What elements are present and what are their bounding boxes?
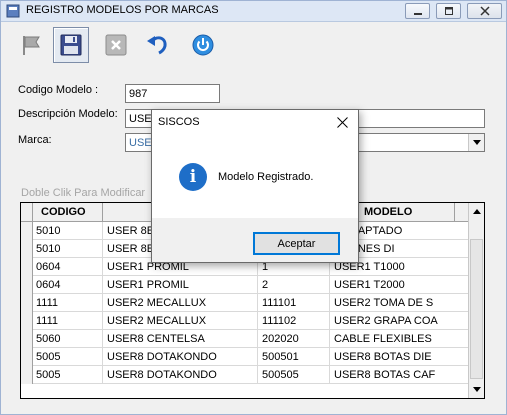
cancel-button[interactable] xyxy=(98,27,134,63)
row-selector[interactable] xyxy=(21,222,33,240)
maximize-button[interactable] xyxy=(436,3,461,19)
row-selector[interactable] xyxy=(21,330,33,348)
scroll-up-icon[interactable] xyxy=(473,209,481,214)
marca-label: Marca: xyxy=(18,134,52,146)
table-cell: 1111 xyxy=(33,294,103,312)
message-dialog: SISCOS i Modelo Registrado. Aceptar xyxy=(151,109,359,263)
table-row[interactable]: 1111 USER2 MECALLUX 111101 USER2 TOMA DE S xyxy=(21,294,469,312)
maximize-icon xyxy=(444,7,453,15)
table-cell: USER2 MECALLUX xyxy=(103,294,258,312)
table-cell: USER8 BOTAS CAF xyxy=(330,366,469,384)
save-button[interactable] xyxy=(53,27,89,63)
header-extra xyxy=(455,203,469,222)
scroll-thumb[interactable] xyxy=(470,239,483,379)
undo-button[interactable] xyxy=(139,27,175,63)
app-icon xyxy=(6,4,20,18)
close-icon xyxy=(479,6,490,16)
table-cell: 202020 xyxy=(258,330,330,348)
table-cell: USER8 DOTAKONDO xyxy=(103,348,258,366)
table-cell: 5060 xyxy=(33,330,103,348)
scroll-down-icon[interactable] xyxy=(473,387,481,392)
main-window: REGISTRO MODELOS POR MARCAS Codigo Model… xyxy=(0,0,507,415)
row-selector[interactable] xyxy=(21,312,33,330)
table-cell: 5010 xyxy=(33,240,103,258)
descripcion-label: Descripción Modelo: xyxy=(18,108,118,120)
table-row[interactable]: 1111 USER2 MECALLUX 111102 USER2 GRAPA COA xyxy=(21,312,469,330)
close-window-button[interactable] xyxy=(467,3,502,19)
table-cell: 0604 xyxy=(33,276,103,294)
table-cell: 500501 xyxy=(258,348,330,366)
table-cell: 5005 xyxy=(33,348,103,366)
grid-corner xyxy=(21,203,33,222)
table-cell: USER8 DOTAKONDO xyxy=(103,366,258,384)
row-selector[interactable] xyxy=(21,366,33,384)
info-icon: i xyxy=(179,163,207,191)
row-selector[interactable] xyxy=(21,276,33,294)
row-selector[interactable] xyxy=(21,240,33,258)
table-row[interactable]: 5060 USER8 CENTELSA 202020 CABLE FLEXIBLES xyxy=(21,330,469,348)
table-row[interactable]: 0604 USER1 PROMIL 2 USER1 T2000 xyxy=(21,276,469,294)
minimize-icon xyxy=(413,13,422,15)
dialog-title: SISCOS xyxy=(158,116,200,128)
codigo-field[interactable]: 987 xyxy=(125,84,220,103)
table-cell: USER8 BOTAS DIE xyxy=(330,348,469,366)
marca-value: USE xyxy=(129,137,152,149)
table-cell: 1111 xyxy=(33,312,103,330)
window-title: REGISTRO MODELOS POR MARCAS xyxy=(26,4,219,16)
codigo-label: Codigo Modelo : xyxy=(18,84,99,96)
table-cell: USER1 T2000 xyxy=(330,276,469,294)
minimize-button[interactable] xyxy=(405,3,430,19)
table-cell: 5005 xyxy=(33,366,103,384)
header-codigo[interactable]: CODIGO xyxy=(33,203,103,222)
title-bar: REGISTRO MODELOS POR MARCAS xyxy=(1,1,506,22)
row-selector[interactable] xyxy=(21,294,33,312)
table-row[interactable]: 5005 USER8 DOTAKONDO 500505 USER8 BOTAS CAF xyxy=(21,366,469,384)
dropdown-arrow[interactable] xyxy=(468,134,484,151)
chevron-down-icon xyxy=(472,140,481,145)
close-icon xyxy=(336,116,348,128)
table-row[interactable]: 5005 USER8 DOTAKONDO 500501 USER8 BOTAS DIE xyxy=(21,348,469,366)
floppy-disk-icon xyxy=(60,34,82,56)
table-cell: 500505 xyxy=(258,366,330,384)
grid-hint: Doble Clik Para Modificar xyxy=(21,187,146,199)
dialog-title-bar: SISCOS xyxy=(152,110,358,134)
table-cell: 0604 xyxy=(33,258,103,276)
new-button[interactable] xyxy=(13,27,49,63)
table-cell: 111102 xyxy=(258,312,330,330)
table-cell: CABLE FLEXIBLES xyxy=(330,330,469,348)
table-cell: USER2 MECALLUX xyxy=(103,312,258,330)
table-cell: USER1 PROMIL xyxy=(103,276,258,294)
ok-button[interactable]: Aceptar xyxy=(253,232,340,255)
exit-button[interactable] xyxy=(185,27,221,63)
table-cell: USER8 CENTELSA xyxy=(103,330,258,348)
row-selector[interactable] xyxy=(21,348,33,366)
power-icon xyxy=(192,34,214,56)
grid-scrollbar[interactable] xyxy=(468,203,484,398)
row-selector[interactable] xyxy=(21,258,33,276)
table-cell: 2 xyxy=(258,276,330,294)
table-cell: USER2 GRAPA COA xyxy=(330,312,469,330)
flag-icon xyxy=(23,36,40,55)
table-cell: USER2 TOMA DE S xyxy=(330,294,469,312)
cancel-x-icon xyxy=(105,34,127,56)
dialog-message: Modelo Registrado. xyxy=(218,171,314,183)
table-cell: 111101 xyxy=(258,294,330,312)
undo-arrow-icon xyxy=(147,36,167,55)
dialog-close-button[interactable] xyxy=(329,112,355,132)
table-cell: 5010 xyxy=(33,222,103,240)
